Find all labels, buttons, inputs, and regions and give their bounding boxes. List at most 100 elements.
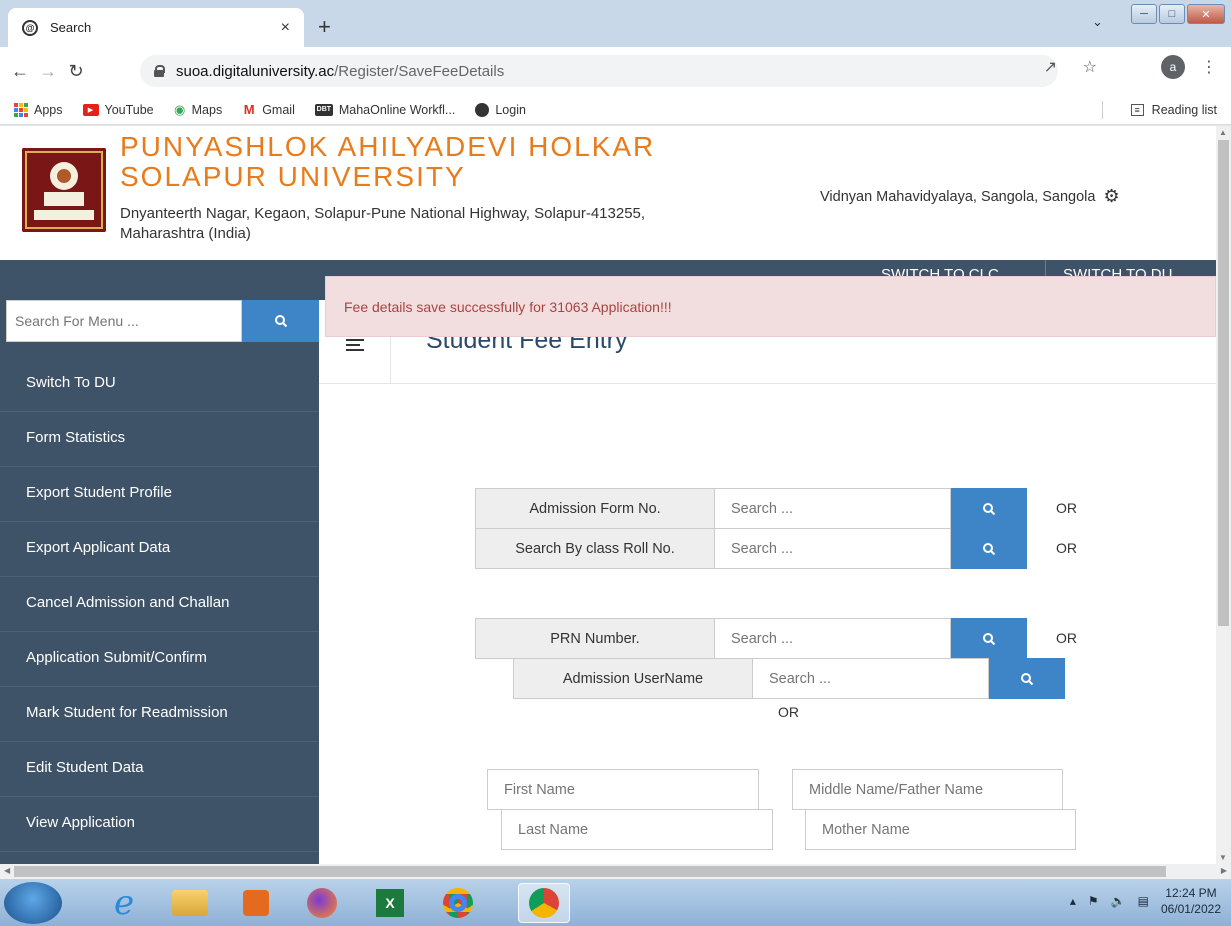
prn-search-button[interactable]	[951, 618, 1027, 659]
admission-form-search-button[interactable]	[951, 488, 1027, 529]
or-separator: OR	[778, 704, 799, 720]
apps-grid-icon	[14, 102, 28, 117]
kebab-menu-icon[interactable]: ⋮	[1201, 57, 1217, 77]
minimize-icon[interactable]: ─	[1131, 4, 1157, 24]
firefox-icon[interactable]	[294, 883, 350, 923]
tab-close-icon[interactable]: ×	[281, 19, 290, 37]
system-clock[interactable]: 12:24 PM 06/01/2022	[1161, 885, 1221, 917]
maps-pin-icon: ◉	[173, 101, 186, 117]
search-row-username: Admission UserName	[513, 658, 1065, 699]
chrome-profile-icon[interactable]	[518, 883, 570, 923]
menu-search-button[interactable]	[242, 300, 319, 342]
window-controls: ─ □ ✕	[1131, 4, 1225, 24]
sidebar-item-edit-student-data[interactable]: Edit Student Data	[0, 742, 319, 797]
search-icon	[983, 542, 996, 555]
bookmark-maps[interactable]: ◉ Maps	[173, 101, 222, 117]
browser-tabstrip: @ Search × + ⌄ ─ □ ✕	[0, 0, 1231, 47]
mother-name-input[interactable]	[805, 809, 1076, 850]
menu-search-input[interactable]	[6, 300, 242, 342]
gmail-icon: M	[243, 102, 255, 117]
window-close-icon[interactable]: ✕	[1187, 4, 1225, 24]
success-alert: Fee details save successfully for 31063 …	[325, 276, 1216, 337]
bookmark-mahaonline[interactable]: DBT MahaOnline Workfl...	[314, 103, 455, 117]
username-search-button[interactable]	[989, 658, 1065, 699]
sidebar-item-form-statistics[interactable]: Form Statistics	[0, 412, 319, 467]
sidebar-search	[6, 300, 319, 342]
last-name-input[interactable]	[501, 809, 773, 850]
file-explorer-icon[interactable]	[162, 883, 218, 923]
bookmark-login[interactable]: Login	[475, 102, 526, 117]
lock-icon[interactable]	[154, 65, 165, 77]
horizontal-scrollbar[interactable]: ◀ ▶	[0, 864, 1231, 879]
tab-title: Search	[50, 20, 92, 35]
or-separator: OR	[1056, 500, 1077, 516]
prn-input[interactable]	[715, 618, 951, 659]
address-bar[interactable]: suoa.digitaluniversity.ac/Register/SaveF…	[140, 55, 1058, 87]
system-tray: ▴ ⚑ 🔈 ▤ 12:24 PM 06/01/2022	[1070, 885, 1221, 917]
prn-label: PRN Number.	[475, 618, 715, 659]
horizontal-scroll-thumb[interactable]	[14, 866, 1166, 877]
or-separator: OR	[1056, 630, 1077, 646]
search-favicon-icon: @	[22, 19, 38, 36]
bookmark-youtube[interactable]: ▶ YouTube	[82, 103, 154, 117]
search-row-roll-no: Search By class Roll No.	[475, 528, 1027, 569]
back-arrow-icon[interactable]: ←	[6, 61, 34, 82]
sidebar-item-view-application[interactable]: View Application	[0, 797, 319, 852]
vertical-scrollbar[interactable]: ▲ ▼	[1216, 126, 1231, 864]
youtube-icon: ▶	[82, 103, 99, 116]
roll-no-search-button[interactable]	[951, 528, 1027, 569]
windows-start-icon[interactable]	[4, 882, 62, 924]
scroll-down-arrow-icon[interactable]: ▼	[1219, 853, 1227, 862]
university-name: PUNYASHLOK AHILYADEVI HOLKAR SOLAPUR UNI…	[120, 131, 656, 192]
university-address: Dnyanteerth Nagar, Kegaon, Solapur-Pune …	[120, 205, 646, 242]
bookmark-star-icon[interactable]: ☆	[1083, 57, 1097, 77]
university-logo	[22, 148, 106, 232]
sidebar-item-export-applicant-data[interactable]: Export Applicant Data	[0, 522, 319, 577]
new-tab-button[interactable]: +	[318, 14, 331, 40]
vertical-scroll-thumb[interactable]	[1218, 140, 1229, 626]
maximize-icon[interactable]: □	[1159, 4, 1185, 24]
username-label: Admission UserName	[513, 658, 753, 699]
scroll-up-arrow-icon[interactable]: ▲	[1219, 128, 1227, 137]
excel-icon[interactable]: X	[362, 883, 418, 923]
forward-arrow-icon[interactable]: →	[34, 61, 62, 82]
sidebar-item-switch-to-du[interactable]: Switch To DU	[0, 357, 319, 412]
volume-icon[interactable]: 🔈	[1111, 894, 1126, 908]
browser-tab[interactable]: @ Search ×	[8, 8, 304, 47]
admission-form-input[interactable]	[715, 488, 951, 529]
dbt-icon: DBT	[314, 103, 333, 116]
search-row-prn: PRN Number.	[475, 618, 1027, 659]
or-separator: OR	[1056, 540, 1077, 556]
reload-icon[interactable]: ↻	[62, 61, 90, 82]
reading-list-button[interactable]: ≡ Reading list	[1130, 103, 1217, 117]
bookmark-apps[interactable]: Apps	[14, 102, 63, 117]
search-icon	[983, 502, 996, 515]
tray-expand-icon[interactable]: ▴	[1070, 894, 1076, 908]
sidebar-menu: Switch To DU Form Statistics Export Stud…	[0, 300, 319, 864]
college-name: Vidnyan Mahavidyalaya, Sangola, Sangola …	[820, 186, 1120, 207]
first-name-input[interactable]	[487, 769, 759, 810]
sidebar-item-export-student-profile[interactable]: Export Student Profile	[0, 467, 319, 522]
sidebar-item-application-submit[interactable]: Application Submit/Confirm	[0, 632, 319, 687]
media-player-icon[interactable]	[228, 883, 284, 923]
sidebar-item-mark-readmission[interactable]: Mark Student for Readmission	[0, 687, 319, 742]
username-input[interactable]	[753, 658, 989, 699]
internet-explorer-icon[interactable]: e	[96, 883, 152, 923]
scroll-right-arrow-icon[interactable]: ▶	[1221, 866, 1227, 875]
chrome-icon[interactable]	[430, 883, 486, 923]
tab-search-chevron-icon[interactable]: ⌄	[1092, 14, 1103, 30]
url-text: suoa.digitaluniversity.ac/Register/SaveF…	[176, 62, 505, 80]
share-icon[interactable]: ↗	[1044, 57, 1057, 77]
gear-icon[interactable]: ⚙	[1103, 186, 1119, 207]
profile-avatar[interactable]: a	[1161, 55, 1185, 79]
action-center-flag-icon[interactable]: ⚑	[1088, 894, 1099, 908]
middle-name-input[interactable]	[792, 769, 1063, 810]
globe-icon	[475, 102, 490, 117]
network-icon[interactable]: ▤	[1138, 894, 1149, 908]
search-icon	[274, 315, 287, 328]
sidebar-item-cancel-admission[interactable]: Cancel Admission and Challan	[0, 577, 319, 632]
bookmark-gmail[interactable]: M Gmail	[242, 102, 295, 117]
browser-toolbar: ← → ↻ suoa.digitaluniversity.ac/Register…	[0, 47, 1231, 95]
scroll-left-arrow-icon[interactable]: ◀	[4, 866, 10, 875]
roll-no-input[interactable]	[715, 528, 951, 569]
